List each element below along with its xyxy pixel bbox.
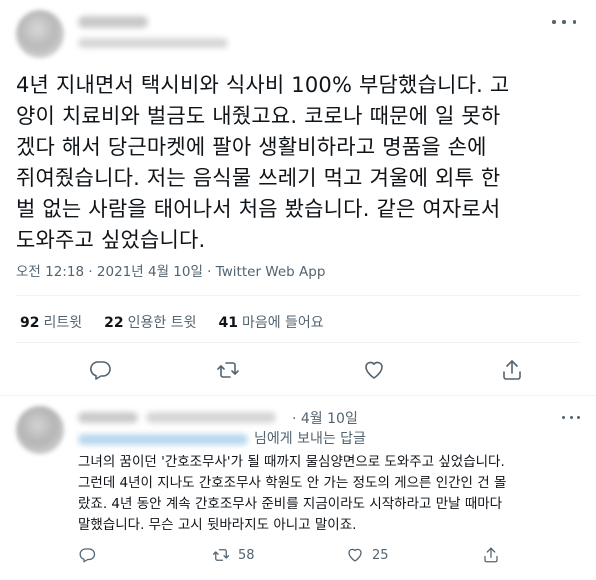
tweet-timestamp[interactable]: 오전 12:18 · 2021년 4월 10일 · Twitter Web Ap…: [16, 260, 325, 280]
share-icon[interactable]: [500, 358, 524, 382]
replying-to-handle-redacted[interactable]: [78, 434, 248, 445]
likes-count: 41: [218, 315, 238, 331]
like-icon: [348, 548, 362, 562]
handle-redacted[interactable]: [78, 38, 228, 48]
quotes-stat[interactable]: 22 인용한 트윗: [104, 312, 196, 332]
reply-like-count: 25: [372, 547, 389, 563]
reply-reply-button[interactable]: [78, 546, 104, 564]
tweet-text: 4년 지내면서 택시비와 식사비 100% 부담했습니다. 고 양이 치료비와 …: [16, 73, 510, 252]
replying-to-label: 님에게 보내는 답글: [254, 431, 366, 447]
quotes-count: 22: [104, 315, 124, 331]
retweet-icon: [212, 549, 230, 561]
divider: [16, 342, 580, 343]
reply-actions: 58 25: [0, 546, 596, 568]
reply-display-name-redacted[interactable]: [78, 412, 138, 423]
reply-handle-redacted[interactable]: [146, 412, 276, 423]
divider: [16, 295, 580, 296]
likes-label: 마음에 들어요: [241, 315, 324, 331]
reply-avatar[interactable]: [16, 406, 64, 454]
retweets-stat[interactable]: 92 리트윗: [20, 312, 82, 332]
reply-more-options-icon[interactable]: [562, 414, 580, 420]
reply-icon: [79, 548, 96, 563]
retweet-icon[interactable]: [216, 358, 240, 382]
tweet-actions: [0, 358, 596, 384]
reply-date[interactable]: · 4월 10일: [292, 408, 358, 428]
like-icon[interactable]: [362, 358, 386, 382]
reply-tweet[interactable]: · 4월 10일 님에게 보내는 답글 그녀의 꿈이던 '간호조무사'가 될 때…: [0, 396, 596, 580]
tweet-stats: 92 리트윗 22 인용한 트윗 41 마음에 들어요: [20, 312, 324, 332]
retweets-label: 리트윗: [43, 315, 83, 331]
reply-icon[interactable]: [88, 358, 112, 382]
reply-retweet-count: 58: [238, 547, 255, 563]
more-options-icon[interactable]: [552, 16, 576, 28]
quotes-label: 인용한 트윗: [127, 315, 197, 331]
tweet-header: [16, 10, 580, 62]
reply-text: 그녀의 꿈이던 '간호조무사'가 될 때까지 물심양면으로 도와주고 싶었습니다…: [78, 454, 507, 533]
reply-retweet-button[interactable]: 58: [212, 546, 255, 564]
display-name-redacted[interactable]: [78, 16, 148, 28]
reply-share-button[interactable]: [482, 546, 500, 564]
avatar[interactable]: [16, 10, 64, 58]
share-icon: [484, 547, 498, 563]
reply-like-button[interactable]: 25: [346, 546, 389, 564]
likes-stat[interactable]: 41 마음에 들어요: [218, 312, 323, 332]
retweets-count: 92: [20, 315, 40, 331]
